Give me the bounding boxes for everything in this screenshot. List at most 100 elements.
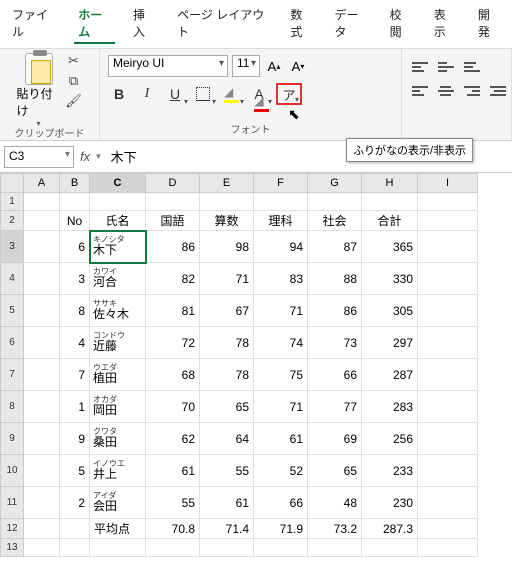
cell-val[interactable]: 61: [200, 487, 254, 519]
cell-no[interactable]: 4: [60, 327, 90, 359]
col-header-A[interactable]: A: [24, 173, 60, 193]
header-kokugo[interactable]: 国語: [146, 211, 200, 231]
row-header-13[interactable]: 13: [0, 539, 24, 557]
cell-no[interactable]: 6: [60, 231, 90, 263]
cell-val[interactable]: 94: [254, 231, 308, 263]
cell-val[interactable]: 283: [362, 391, 418, 423]
cell[interactable]: [418, 423, 478, 455]
col-header-D[interactable]: D: [146, 173, 200, 193]
cell-no[interactable]: 8: [60, 295, 90, 327]
cell-val[interactable]: 66: [254, 487, 308, 519]
cell-val[interactable]: 81: [146, 295, 200, 327]
cell[interactable]: [90, 193, 146, 211]
col-header-H[interactable]: H: [362, 173, 418, 193]
cell-val[interactable]: 55: [146, 487, 200, 519]
cell[interactable]: [60, 193, 90, 211]
cell-avg[interactable]: 287.3: [362, 519, 418, 539]
cell-val[interactable]: 297: [362, 327, 418, 359]
col-header-E[interactable]: E: [200, 173, 254, 193]
cell-val[interactable]: 98: [200, 231, 254, 263]
cell-no[interactable]: 1: [60, 391, 90, 423]
cell-avg[interactable]: 73.2: [308, 519, 362, 539]
cell-name[interactable]: クワタ桑田: [90, 423, 146, 455]
row-header-4[interactable]: 4: [0, 263, 24, 295]
header-rika[interactable]: 理科: [254, 211, 308, 231]
cell-name[interactable]: ササキ佐々木: [90, 295, 146, 327]
col-header-G[interactable]: G: [308, 173, 362, 193]
cell-avg-label[interactable]: 平均点: [90, 519, 146, 539]
cell-val[interactable]: 75: [254, 359, 308, 391]
row-header-10[interactable]: 10: [0, 455, 24, 487]
cell-val[interactable]: 230: [362, 487, 418, 519]
cell[interactable]: [24, 539, 60, 557]
cell-avg[interactable]: 71.4: [200, 519, 254, 539]
menu-校閲[interactable]: 校閲: [386, 4, 416, 44]
row-header-5[interactable]: 5: [0, 295, 24, 327]
cell-val[interactable]: 83: [254, 263, 308, 295]
cell[interactable]: [24, 211, 60, 231]
cell-val[interactable]: 86: [308, 295, 362, 327]
menu-ページ レイアウト[interactable]: ページ レイアウト: [173, 4, 272, 44]
cell[interactable]: [418, 487, 478, 519]
align-middle-button[interactable]: [435, 57, 457, 77]
cell[interactable]: [418, 327, 478, 359]
cell-no[interactable]: 7: [60, 359, 90, 391]
font-name-select[interactable]: Meiryo UI: [108, 55, 228, 77]
formula-value[interactable]: 木下: [107, 145, 141, 168]
cell-val[interactable]: 55: [200, 455, 254, 487]
cell[interactable]: [254, 193, 308, 211]
col-header-C[interactable]: C: [90, 173, 146, 193]
row-header-3[interactable]: 3: [0, 231, 24, 263]
cell-val[interactable]: 287: [362, 359, 418, 391]
cell[interactable]: [60, 519, 90, 539]
cell-val[interactable]: 88: [308, 263, 362, 295]
cell-name[interactable]: オカダ岡田: [90, 391, 146, 423]
cell-val[interactable]: 233: [362, 455, 418, 487]
row-header-7[interactable]: 7: [0, 359, 24, 391]
cell[interactable]: [308, 539, 362, 557]
cell-val[interactable]: 68: [146, 359, 200, 391]
cell-val[interactable]: 61: [254, 423, 308, 455]
col-header-B[interactable]: B: [60, 173, 90, 193]
cell[interactable]: [362, 193, 418, 211]
cell[interactable]: [418, 519, 478, 539]
underline-button[interactable]: U▾: [164, 83, 186, 105]
align-right-button[interactable]: [461, 81, 483, 101]
cell[interactable]: [418, 539, 478, 557]
cell-name[interactable]: コンドウ近藤: [90, 327, 146, 359]
cell-val[interactable]: 330: [362, 263, 418, 295]
cell[interactable]: [418, 193, 478, 211]
header-gokei[interactable]: 合計: [362, 211, 418, 231]
paste-button[interactable]: 貼り付け ▾: [17, 53, 61, 128]
cell[interactable]: [24, 327, 60, 359]
cell-no[interactable]: 2: [60, 487, 90, 519]
bold-button[interactable]: B: [108, 83, 130, 105]
cell[interactable]: [24, 359, 60, 391]
cell-val[interactable]: 305: [362, 295, 418, 327]
border-button[interactable]: ▾: [192, 83, 214, 105]
cell-val[interactable]: 74: [254, 327, 308, 359]
cell-no[interactable]: 5: [60, 455, 90, 487]
cell[interactable]: [24, 487, 60, 519]
indent-button[interactable]: [487, 81, 509, 101]
cell-name[interactable]: キノシタ木下: [90, 231, 146, 263]
cell[interactable]: [24, 423, 60, 455]
cell[interactable]: [24, 193, 60, 211]
cell-val[interactable]: 82: [146, 263, 200, 295]
row-header-9[interactable]: 9: [0, 423, 24, 455]
cell-name[interactable]: アイダ会田: [90, 487, 146, 519]
menu-ファイル[interactable]: ファイル: [8, 4, 60, 44]
cell[interactable]: [418, 211, 478, 231]
cell[interactable]: [24, 455, 60, 487]
cell-name[interactable]: ウエダ植田: [90, 359, 146, 391]
cell[interactable]: [418, 231, 478, 263]
cell-val[interactable]: 256: [362, 423, 418, 455]
cell-val[interactable]: 65: [200, 391, 254, 423]
cell[interactable]: [24, 519, 60, 539]
cell[interactable]: [418, 455, 478, 487]
cell[interactable]: [60, 539, 90, 557]
furigana-button[interactable]: ア▾: [276, 83, 302, 105]
cell-val[interactable]: 62: [146, 423, 200, 455]
cell[interactable]: [418, 263, 478, 295]
align-top-button[interactable]: [409, 57, 431, 77]
